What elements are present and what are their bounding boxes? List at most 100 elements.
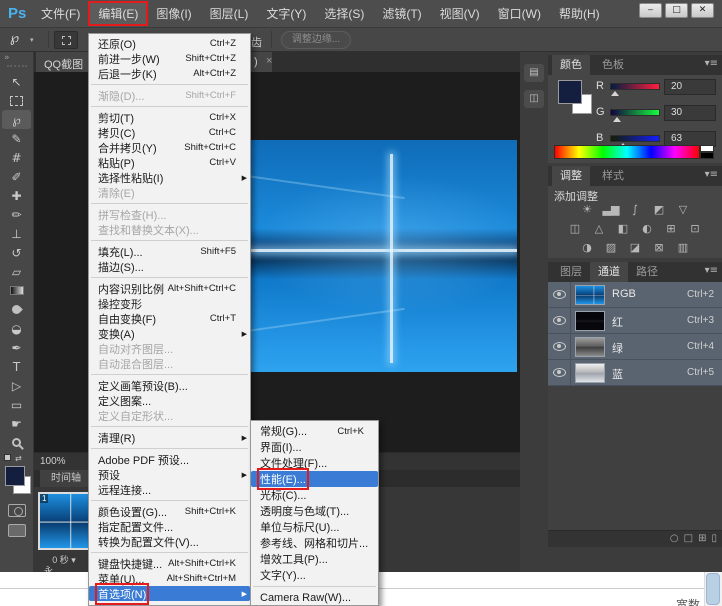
preferences-item-plug-ins[interactable]: 增效工具(P)... [251, 551, 378, 567]
edit-menu-item-undo[interactable]: 还原(O)Ctrl+Z [89, 36, 250, 51]
levels-icon[interactable]: ▃▆ [603, 202, 620, 218]
brush-tool[interactable]: ✏ [2, 205, 31, 224]
menubar-item-view[interactable]: 视图(V) [431, 2, 489, 25]
edit-menu-item-define-pattern[interactable]: 定义图案... [89, 393, 250, 408]
visibility-eye-icon[interactable] [553, 316, 566, 325]
visibility-eye-icon[interactable] [553, 342, 566, 351]
selective-color-icon[interactable]: ⊠ [651, 240, 668, 256]
menubar-item-file[interactable]: 文件(F) [32, 2, 89, 25]
timeline-frame-thumbnail[interactable]: 1 [38, 492, 90, 550]
preferences-item-cursors[interactable]: 光标(C)... [251, 487, 378, 503]
rectangular-marquee-tool[interactable] [2, 91, 31, 110]
edit-menu-item-preferences[interactable]: 首选项(N)▶ [89, 586, 250, 601]
collapsed-panel-button-2[interactable]: ◫ [524, 90, 544, 108]
edit-menu-item-clear[interactable]: 清除(E) [89, 185, 250, 200]
menubar-item-window[interactable]: 窗口(W) [489, 2, 550, 25]
slider-thumb[interactable] [613, 117, 621, 122]
new-selection-mode-button[interactable] [54, 31, 78, 49]
menubar-item-image[interactable]: 图像(I) [147, 2, 200, 25]
menubar-item-help[interactable]: 帮助(H) [550, 2, 609, 25]
preferences-item-units-rulers[interactable]: 单位与标尺(U)... [251, 519, 378, 535]
tab-layers[interactable]: 图层 [552, 262, 590, 282]
eyedropper-tool[interactable]: ✐ [2, 167, 31, 186]
slider-value-g[interactable]: 30 [664, 105, 716, 121]
panel-menu-icon[interactable]: ▾≡ [705, 58, 718, 69]
foreground-color-well[interactable] [558, 80, 582, 104]
slider-track-b[interactable] [610, 135, 660, 142]
brightness-contrast-icon[interactable]: ☀ [579, 202, 596, 218]
color-lookup-icon[interactable]: ⊡ [687, 221, 704, 237]
rectangle-tool[interactable]: ▭ [2, 395, 31, 414]
default-colors-icon[interactable] [4, 454, 11, 461]
tab-channels[interactable]: 通道 [590, 262, 628, 282]
edit-menu-item-paste[interactable]: 粘贴(P)Ctrl+V [89, 155, 250, 170]
edit-menu-item-puppet-warp[interactable]: 操控变形 [89, 296, 250, 311]
swap-colors-icon[interactable]: ⇄ [15, 454, 22, 463]
zoom-level[interactable]: 100% [40, 456, 66, 467]
edit-menu-item-menus[interactable]: 菜单(U)...Alt+Shift+Ctrl+M [89, 571, 250, 586]
slider-value-r[interactable]: 20 [664, 79, 716, 95]
invert-icon[interactable]: ◑ [579, 240, 596, 256]
tool-preset-caret-icon[interactable]: ▾ [30, 36, 34, 44]
history-brush-tool[interactable]: ↺ [2, 243, 31, 262]
preferences-item-transparency-gamut[interactable]: 透明度与色域(T)... [251, 503, 378, 519]
gradient-tool[interactable] [2, 281, 31, 300]
edit-menu-item-fade[interactable]: 渐隐(D)...Shift+Ctrl+F [89, 88, 250, 103]
tab-styles[interactable]: 样式 [594, 166, 632, 186]
color-balance-icon[interactable]: △ [591, 221, 608, 237]
edit-menu-item-find-replace-text[interactable]: 查找和替换文本(X)... [89, 222, 250, 237]
panel-menu-icon[interactable]: ▾≡ [705, 169, 718, 180]
quick-selection-tool[interactable]: ✎ [2, 129, 31, 148]
menubar-item-type[interactable]: 文字(Y) [257, 2, 315, 25]
hue-saturation-icon[interactable]: ◫ [567, 221, 584, 237]
edit-menu-item-content-aware-scale[interactable]: 内容识别比例Alt+Shift+Ctrl+C [89, 281, 250, 296]
edit-menu-item-step-backward[interactable]: 后退一步(K)Alt+Ctrl+Z [89, 66, 250, 81]
edit-menu-item-auto-align-layers[interactable]: 自动对齐图层... [89, 341, 250, 356]
dodge-tool[interactable]: ◒ [2, 319, 31, 338]
slider-track-g[interactable] [610, 109, 660, 116]
refine-edge-button[interactable]: 调整边缘... [281, 31, 351, 49]
menubar-item-select[interactable]: 选择(S) [315, 2, 373, 25]
preferences-item-guides-grid-slices[interactable]: 参考线、网格和切片... [251, 535, 378, 551]
preferences-item-camera-raw[interactable]: Camera Raw(W)... [251, 590, 378, 606]
edit-menu-item-define-brush-preset[interactable]: 定义画笔预设(B)... [89, 378, 250, 393]
path-selection-tool[interactable]: ▷ [2, 376, 31, 395]
preferences-item-performance[interactable]: 性能(E)... [251, 471, 378, 487]
save-selection-as-channel-icon[interactable]: □ [684, 533, 693, 544]
black-ramp-swatch[interactable] [700, 152, 714, 159]
edit-menu-item-transform[interactable]: 变换(A)▶ [89, 326, 250, 341]
photo-filter-icon[interactable]: ◐ [639, 221, 656, 237]
edit-menu-item-keyboard-shortcuts[interactable]: 键盘快捷键...Alt+Shift+Ctrl+K [89, 556, 250, 571]
foreground-color-swatch[interactable] [5, 466, 25, 486]
edit-menu-item-color-settings[interactable]: 颜色设置(G)...Shift+Ctrl+K [89, 504, 250, 519]
tab-color[interactable]: 颜色 [552, 55, 590, 75]
slider-thumb[interactable] [611, 91, 619, 96]
channel-row-green[interactable]: 绿Ctrl+4 [548, 334, 722, 360]
edit-menu-item-check-spelling[interactable]: 拼写检查(H)... [89, 207, 250, 222]
edit-menu-item-copy-merged[interactable]: 合并拷贝(Y)Shift+Ctrl+C [89, 140, 250, 155]
edit-menu-item-adobe-pdf-presets[interactable]: Adobe PDF 预设... [89, 452, 250, 467]
exposure-icon[interactable]: ◩ [651, 202, 668, 218]
delete-channel-icon[interactable]: ▯ [711, 533, 717, 544]
gradient-map-icon[interactable]: ▥ [675, 240, 692, 256]
load-channel-as-selection-icon[interactable]: ○ [670, 533, 679, 544]
vibrance-icon[interactable]: ▽ [675, 202, 692, 218]
edit-menu-item-convert-to-profile[interactable]: 转换为配置文件(V)... [89, 534, 250, 549]
threshold-icon[interactable]: ◪ [627, 240, 644, 256]
channel-row-red[interactable]: 红Ctrl+3 [548, 308, 722, 334]
edit-menu-item-assign-profile[interactable]: 指定配置文件... [89, 519, 250, 534]
edit-menu-item-step-forward[interactable]: 前进一步(W)Shift+Ctrl+Z [89, 51, 250, 66]
edit-menu-item-stroke[interactable]: 描边(S)... [89, 259, 250, 274]
quick-mask-button[interactable] [8, 504, 26, 517]
edit-menu-item-define-custom-shape[interactable]: 定义自定形状... [89, 408, 250, 423]
clone-stamp-tool[interactable]: ⊥ [2, 224, 31, 243]
curves-icon[interactable]: ∫ [627, 202, 644, 218]
preferences-item-interface[interactable]: 界面(I)... [251, 439, 378, 455]
color-spectrum-ramp[interactable] [554, 145, 700, 159]
slider-track-r[interactable] [610, 83, 660, 90]
edit-menu-item-fill[interactable]: 填充(L)...Shift+F5 [89, 244, 250, 259]
tab-timeline[interactable]: 时间轴 [40, 470, 92, 487]
blur-tool[interactable] [2, 300, 31, 319]
posterize-icon[interactable]: ▨ [603, 240, 620, 256]
edit-menu-item-presets[interactable]: 预设▶ [89, 467, 250, 482]
